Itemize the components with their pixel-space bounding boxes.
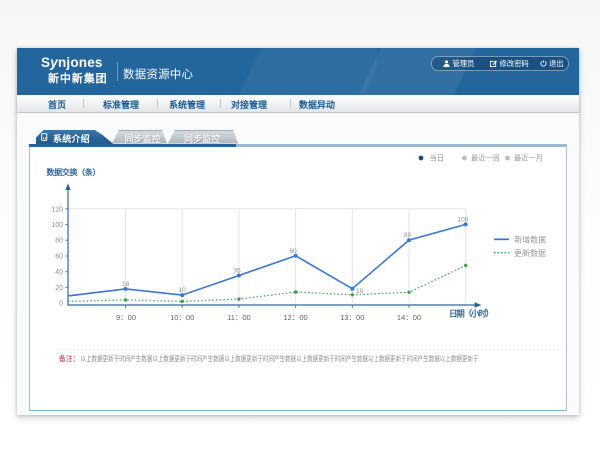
svg-text:13：00: 13：00 [340, 313, 364, 322]
svg-text:10: 10 [356, 288, 364, 295]
svg-text:10：00: 10：00 [170, 313, 194, 322]
svg-text:80: 80 [55, 238, 63, 245]
svg-text:80: 80 [404, 232, 412, 239]
svg-text:100: 100 [458, 217, 469, 224]
svg-text:60: 60 [55, 254, 63, 261]
svg-text:最近一周: 最近一周 [471, 154, 500, 163]
svg-text:数据交换（条）: 数据交换（条） [47, 167, 101, 177]
svg-text:备注：: 备注： [59, 354, 80, 363]
svg-text:14：00: 14：00 [397, 313, 421, 322]
svg-text:当日: 当日 [430, 154, 444, 163]
svg-text:0: 0 [59, 301, 63, 308]
svg-text:10: 10 [179, 287, 187, 294]
svg-text:18: 18 [122, 281, 130, 288]
svg-text:以上数据更新于时间产生数据以上数据更新于时间产生数据以上数据: 以上数据更新于时间产生数据以上数据更新于时间产生数据以上数据更新于时间产生数据以… [81, 354, 479, 363]
svg-text:40: 40 [55, 269, 63, 276]
svg-text:35: 35 [234, 268, 242, 275]
svg-text:新增数据: 新增数据 [514, 234, 546, 244]
svg-text:9：00: 9：00 [116, 313, 136, 322]
svg-text:100: 100 [51, 222, 63, 229]
svg-text:60: 60 [290, 248, 298, 255]
svg-text:12：00: 12：00 [284, 313, 308, 322]
svg-text:日期（小时）: 日期（小时） [449, 309, 494, 319]
svg-text:20: 20 [55, 285, 63, 292]
svg-text:最近一月: 最近一月 [514, 154, 543, 163]
svg-text:120: 120 [51, 206, 63, 213]
svg-text:更新数据: 更新数据 [514, 248, 546, 258]
svg-text:11：00: 11：00 [227, 313, 251, 322]
